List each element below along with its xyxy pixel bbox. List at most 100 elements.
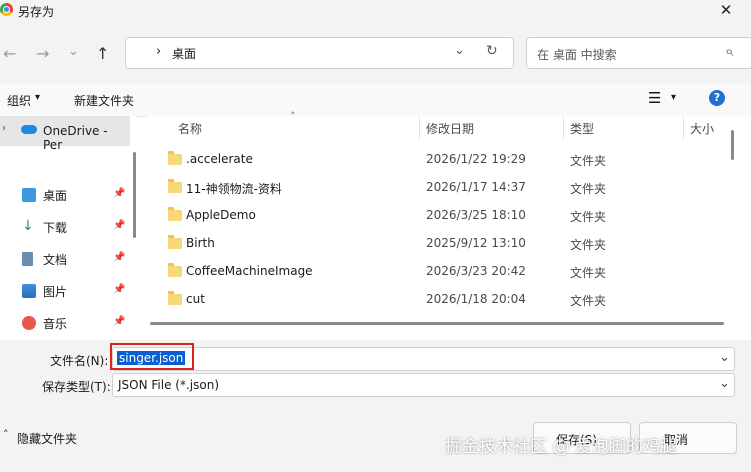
search-icon[interactable]: ⌕ [725,42,733,60]
search-input[interactable]: 在 桌面 中搜索 [537,46,617,63]
onedrive-cloud-icon [21,125,37,134]
file-row[interactable]: .accelerate 2026/1/22 19:29 文件夹 [146,146,726,174]
sidebar-item-onedrive[interactable]: › OneDrive - Per [0,116,130,152]
back-icon[interactable]: ← [3,44,16,64]
sidebar-item-label: 下载 [43,221,68,235]
download-icon: ↓ [22,218,34,234]
chevron-right-icon[interactable]: › [156,44,161,59]
address-bar[interactable]: › 桌面 ⌄ ↻ [125,37,514,69]
chrome-icon [0,3,13,16]
file-row[interactable]: cut 2026/1/18 20:04 文件夹 [146,286,726,314]
address-location[interactable]: 桌面 [172,45,196,62]
command-toolbar: 组织 ▾ 新建文件夹 ☰ ▾ ? [0,84,751,117]
hide-folders-button[interactable]: 隐藏文件夹 [17,430,77,447]
sidebar-item-label: OneDrive - Per [43,124,108,152]
document-icon [22,252,33,266]
save-form: 文件名(N): singer.json ⌄ 保存类型(T): JSON File… [0,340,751,472]
column-header-date[interactable]: 修改日期 [426,120,474,137]
file-type: 文件夹 [570,182,607,196]
sidebar-item-desktop[interactable]: 桌面 📌 [0,182,136,208]
navigation-pane: › OneDrive - Per 桌面 📌 ↓ 下载 📌 文档 📌 图片 📌 音… [0,116,136,340]
close-icon[interactable]: ✕ [718,2,734,18]
pin-icon[interactable]: 📌 [113,316,125,327]
up-folder-icon[interactable]: ↑ [96,44,109,64]
desktop-icon [22,188,36,202]
chevron-up-icon[interactable]: ˄ [3,428,9,441]
watermark: 掘金技术社区 @ 爱泡脚的鸡腿 [445,437,677,457]
savetype-value[interactable]: JSON File (*.json) [118,378,219,392]
file-type: 文件夹 [570,294,607,308]
file-date: 2026/3/25 18:10 [426,208,526,222]
savetype-dropdown-icon[interactable]: ⌄ [719,376,730,391]
sidebar-item-label: 音乐 [43,317,68,331]
file-row[interactable]: AppleDemo 2026/3/25 18:10 文件夹 [146,202,726,230]
sort-ascending-icon: ˄ [290,110,296,123]
search-box[interactable]: 在 桌面 中搜索 ⌕ [526,37,751,69]
file-name: 11-神领物流-资料 [186,182,282,196]
file-type: 文件夹 [570,154,607,168]
pin-icon[interactable]: 📌 [113,284,125,295]
sidebar-item-pictures[interactable]: 图片 📌 [0,278,136,304]
recent-locations-icon[interactable]: ⌄ [68,42,79,62]
column-header-size[interactable]: 大小 [690,120,714,137]
title-bar: 另存为 ✕ [0,0,751,24]
column-divider[interactable] [419,116,420,140]
help-icon[interactable]: ? [709,90,725,106]
horizontal-scrollbar[interactable] [150,322,724,325]
window-title: 另存为 [18,5,55,19]
column-header-name[interactable]: 名称 [178,120,202,137]
pictures-icon [22,284,36,298]
file-row[interactable]: CoffeeMachineImage 2026/3/23 20:42 文件夹 [146,258,726,286]
sidebar-item-documents[interactable]: 文档 📌 [0,246,136,272]
expand-chevron-icon[interactable]: › [2,123,6,134]
file-date: 2026/1/18 20:04 [426,292,526,306]
vertical-scrollbar[interactable] [731,130,734,160]
column-header-type[interactable]: 类型 [570,120,594,137]
new-folder-button[interactable]: 新建文件夹 [74,92,134,109]
folder-icon [168,235,182,249]
view-caret-icon[interactable]: ▾ [671,92,676,103]
file-type: 文件夹 [570,266,607,280]
pin-icon[interactable]: 📌 [113,188,125,199]
file-list: 名称 ˄ 修改日期 类型 大小 .accelerate 2026/1/22 19… [146,110,751,340]
folder-icon [168,179,182,193]
forward-icon[interactable]: → [36,44,49,64]
filename-dropdown-icon[interactable]: ⌄ [719,350,730,365]
refresh-icon[interactable]: ↻ [486,43,498,59]
folder-icon [168,291,182,305]
file-name: CoffeeMachineImage [186,264,313,278]
file-row[interactable]: 11-神领物流-资料 2026/1/17 14:37 文件夹 [146,174,726,202]
view-options-icon[interactable]: ☰ [648,89,661,107]
folder-icon [168,151,182,165]
file-name: AppleDemo [186,208,256,222]
sidebar-item-label: 文档 [43,253,68,267]
pin-icon[interactable]: 📌 [113,220,125,231]
file-date: 2026/1/17 14:37 [426,180,526,194]
file-type: 文件夹 [570,210,607,224]
file-name: cut [186,292,205,306]
savetype-select[interactable]: JSON File (*.json) ⌄ [112,373,735,397]
sidebar-item-label: 图片 [43,285,68,299]
file-date: 2025/9/12 13:10 [426,236,526,250]
sidebar-item-music[interactable]: 音乐 📌 [0,310,136,336]
sidebar-item-downloads[interactable]: ↓ 下载 📌 [0,214,136,240]
column-divider[interactable] [563,116,564,140]
file-date: 2026/1/22 19:29 [426,152,526,166]
filename-field[interactable]: singer.json ⌄ [112,347,735,371]
highlight-box [110,343,194,370]
pin-icon[interactable]: 📌 [113,252,125,263]
organize-button[interactable]: 组织 [7,92,31,109]
file-row[interactable]: Birth 2025/9/12 13:10 文件夹 [146,230,726,258]
folder-icon [168,207,182,221]
savetype-label: 保存类型(T): [42,380,111,394]
sidebar-item-label: 桌面 [43,189,68,203]
file-name: Birth [186,236,215,250]
column-divider[interactable] [683,116,684,140]
folder-icon [168,263,182,277]
organize-caret-icon[interactable]: ▾ [35,92,40,103]
address-dropdown-icon[interactable]: ⌄ [454,43,465,58]
file-type: 文件夹 [570,238,607,252]
file-name: .accelerate [186,152,253,166]
filename-label: 文件名(N): [50,354,109,368]
file-date: 2026/3/23 20:42 [426,264,526,278]
